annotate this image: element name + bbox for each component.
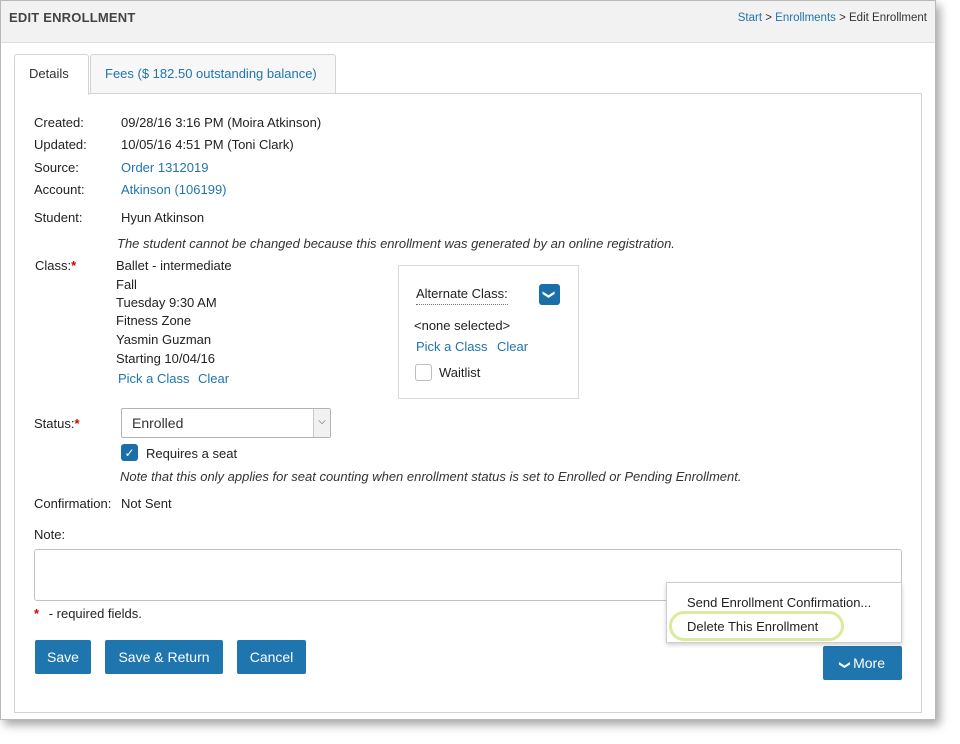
chevron-down-icon: ❯ <box>543 289 557 300</box>
created-label: Created: <box>34 115 84 130</box>
status-label: Status:* <box>34 416 80 431</box>
chevron-down-icon: ⌵ <box>313 409 330 437</box>
required-legend-text: - required fields. <box>48 606 142 621</box>
source-label: Source: <box>34 160 79 175</box>
requires-seat-label: Requires a seat <box>146 446 238 461</box>
required-marker: * <box>74 416 80 431</box>
required-marker: * <box>71 258 77 273</box>
checkmark-icon: ✓ <box>124 446 135 460</box>
breadcrumb-enrollments-link[interactable]: Enrollments <box>775 12 836 24</box>
class-line: Fall <box>116 277 137 292</box>
breadcrumb-current: Edit Enrollment <box>849 12 927 24</box>
status-label-text: Status: <box>34 416 75 431</box>
more-button[interactable]: ❯ More <box>823 646 902 680</box>
alternate-clear-link[interactable]: Clear <box>497 339 528 354</box>
class-label: Class:* <box>35 258 76 273</box>
source-order-link[interactable]: Order 1312019 <box>121 160 208 175</box>
required-legend: * - required fields. <box>34 606 142 621</box>
alternate-class-dropdown-button[interactable]: ❯ <box>539 284 560 305</box>
menu-item-delete-enrollment[interactable]: Delete This Enrollment <box>687 619 818 634</box>
waitlist-checkbox[interactable] <box>415 364 432 381</box>
edit-enrollment-window: EDIT ENROLLMENT Start > Enrollments > Ed… <box>0 0 936 720</box>
page-title: EDIT ENROLLMENT <box>9 10 136 25</box>
student-label: Student: <box>34 210 83 225</box>
class-line: Ballet - intermediate <box>116 258 232 273</box>
status-select-value: Enrolled <box>132 415 184 431</box>
more-dropdown-menu: Send Enrollment Confirmation... Delete T… <box>666 582 902 643</box>
class-line: Yasmin Guzman <box>116 332 212 347</box>
alternate-pick-class-link[interactable]: Pick a Class <box>416 339 488 354</box>
save-button[interactable]: Save <box>35 640 91 674</box>
pick-class-link[interactable]: Pick a Class <box>118 371 190 386</box>
alternate-class-selected: <none selected> <box>414 318 511 333</box>
note-label: Note: <box>34 527 66 542</box>
created-value: 09/28/16 3:16 PM (Moira Atkinson) <box>121 115 322 130</box>
student-value: Hyun Atkinson <box>121 210 205 225</box>
breadcrumb-start-link[interactable]: Start <box>738 12 762 24</box>
tab-details[interactable]: Details <box>14 54 89 95</box>
account-label: Account: <box>34 182 85 197</box>
updated-label: Updated: <box>34 137 87 152</box>
tab-fees[interactable]: Fees ($ 182.50 outstanding balance) <box>90 54 336 94</box>
chevron-down-icon: ❯ <box>838 660 851 670</box>
student-note: The student cannot be changed because th… <box>117 236 675 251</box>
breadcrumb-separator: > <box>839 12 846 24</box>
class-label-text: Class: <box>35 258 72 273</box>
cancel-button[interactable]: Cancel <box>237 640 306 674</box>
class-line: Starting 10/04/16 <box>116 351 216 366</box>
waitlist-label: Waitlist <box>439 365 481 380</box>
updated-value: 10/05/16 4:51 PM (Toni Clark) <box>121 137 294 152</box>
status-select[interactable]: Enrolled ⌵ <box>121 408 331 438</box>
requires-seat-checkbox[interactable]: ✓ <box>121 444 138 461</box>
alternate-class-label: Alternate Class: <box>416 286 508 305</box>
confirmation-value: Not Sent <box>121 496 172 511</box>
menu-item-send-confirmation[interactable]: Send Enrollment Confirmation... <box>687 595 871 610</box>
required-marker: * <box>34 606 40 621</box>
seat-note: Note that this only applies for seat cou… <box>120 469 742 484</box>
clear-class-link[interactable]: Clear <box>198 371 229 386</box>
save-and-return-button[interactable]: Save & Return <box>105 640 223 674</box>
class-line: Fitness Zone <box>116 313 192 328</box>
breadcrumb: Start > Enrollments > Edit Enrollment <box>738 12 927 24</box>
class-line: Tuesday 9:30 AM <box>116 295 217 310</box>
breadcrumb-separator: > <box>765 12 772 24</box>
account-link[interactable]: Atkinson (106199) <box>121 182 227 197</box>
page-header: EDIT ENROLLMENT Start > Enrollments > Ed… <box>1 1 935 43</box>
confirmation-label: Confirmation: <box>34 496 112 511</box>
